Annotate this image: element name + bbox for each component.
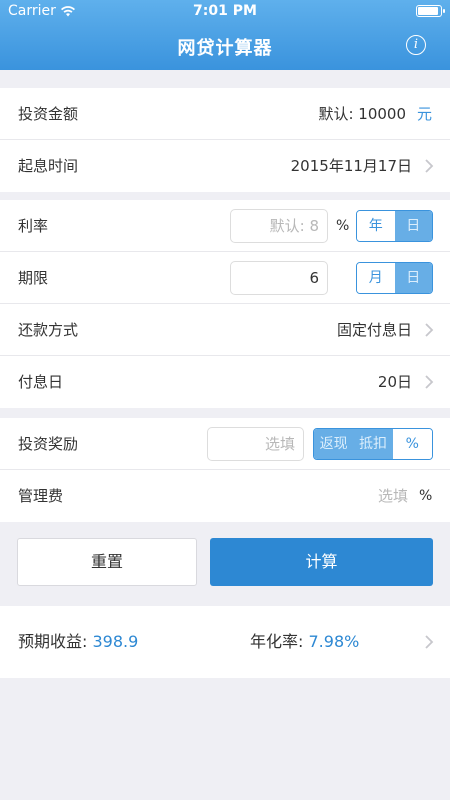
management-fee-unit: % — [419, 488, 433, 504]
info-icon[interactable]: i — [406, 35, 426, 55]
chevron-right-icon — [425, 375, 434, 389]
row-management-fee: 管理费 选填 % — [0, 470, 450, 522]
reward-option-deduct[interactable]: 抵扣 — [353, 429, 393, 459]
term-option-day[interactable]: 日 — [394, 263, 432, 293]
status-bar: Carrier 7:01 PM — [0, 0, 450, 22]
management-fee-label: 管理费 — [18, 487, 64, 505]
rate-unit: % — [336, 218, 350, 234]
interest-day-label: 付息日 — [18, 373, 64, 391]
repayment-label: 还款方式 — [18, 321, 79, 339]
management-fee-input[interactable]: 选填 — [378, 470, 408, 522]
result-row[interactable]: 预期收益: 398.9 年化率: 7.98% — [0, 606, 450, 678]
expected-income-label: 预期收益: — [18, 632, 88, 651]
chevron-right-icon — [425, 323, 434, 337]
reward-option-cashback[interactable]: 返现 — [314, 429, 354, 459]
chevron-right-icon — [425, 159, 434, 173]
expected-income: 预期收益: 398.9 — [18, 606, 138, 678]
start-time-value: 2015年11月17日 — [290, 157, 412, 175]
term-input[interactable]: 6 — [230, 261, 328, 295]
annual-rate-label: 年化率: — [250, 632, 304, 651]
row-term: 期限 6 月 日 — [0, 252, 450, 304]
page-title: 网贷计算器 — [177, 38, 273, 59]
term-label: 期限 — [18, 269, 49, 287]
term-option-month[interactable]: 月 — [357, 263, 395, 293]
annual-rate: 年化率: 7.98% — [250, 606, 359, 678]
calculate-button[interactable]: 计算 — [210, 538, 433, 586]
row-interest-day[interactable]: 付息日 20日 — [0, 356, 450, 408]
start-time-label: 起息时间 — [18, 157, 79, 175]
reset-button[interactable]: 重置 — [17, 538, 197, 586]
reward-label: 投资奖励 — [18, 435, 79, 453]
rate-period-toggle[interactable]: 年 日 — [356, 210, 433, 242]
row-start-time[interactable]: 起息时间 2015年11月17日 — [0, 140, 450, 192]
repayment-value: 固定付息日 — [336, 321, 412, 339]
rate-option-day[interactable]: 日 — [394, 211, 432, 241]
row-repayment[interactable]: 还款方式 固定付息日 — [0, 304, 450, 356]
investment-amount-input[interactable]: 默认: 10000 — [318, 88, 406, 140]
rate-label: 利率 — [18, 217, 49, 235]
row-investment-amount[interactable]: 投资金额 默认: 10000 元 — [0, 88, 450, 140]
status-time: 7:01 PM — [193, 3, 257, 19]
group-basic: 投资金额 默认: 10000 元 起息时间 2015年11月17日 — [0, 88, 450, 192]
reward-input[interactable]: 选填 — [207, 427, 304, 461]
group-extras: 投资奖励 选填 返现 抵扣 % 管理费 选填 % — [0, 418, 450, 522]
nav-bar: Carrier 7:01 PM 网贷计算器 i — [0, 0, 450, 70]
row-rate: 利率 默认: 8 % 年 日 — [0, 200, 450, 252]
chevron-right-icon — [425, 635, 434, 649]
battery-icon — [416, 5, 445, 17]
investment-amount-label: 投资金额 — [18, 105, 79, 123]
rate-option-year[interactable]: 年 — [357, 211, 395, 241]
expected-income-value: 398.9 — [92, 632, 139, 651]
reward-type-toggle[interactable]: 返现 抵扣 % — [313, 428, 433, 460]
investment-amount-unit: 元 — [416, 105, 432, 123]
term-period-toggle[interactable]: 月 日 — [356, 262, 433, 294]
group-rate: 利率 默认: 8 % 年 日 期限 6 月 日 还款方式 固定付息日 付息日 2… — [0, 200, 450, 408]
reward-option-percent[interactable]: % — [392, 429, 432, 459]
row-reward: 投资奖励 选填 返现 抵扣 % — [0, 418, 450, 470]
interest-day-value: 20日 — [377, 373, 412, 391]
rate-input[interactable]: 默认: 8 — [230, 209, 328, 243]
annual-rate-value: 7.98% — [308, 632, 360, 651]
